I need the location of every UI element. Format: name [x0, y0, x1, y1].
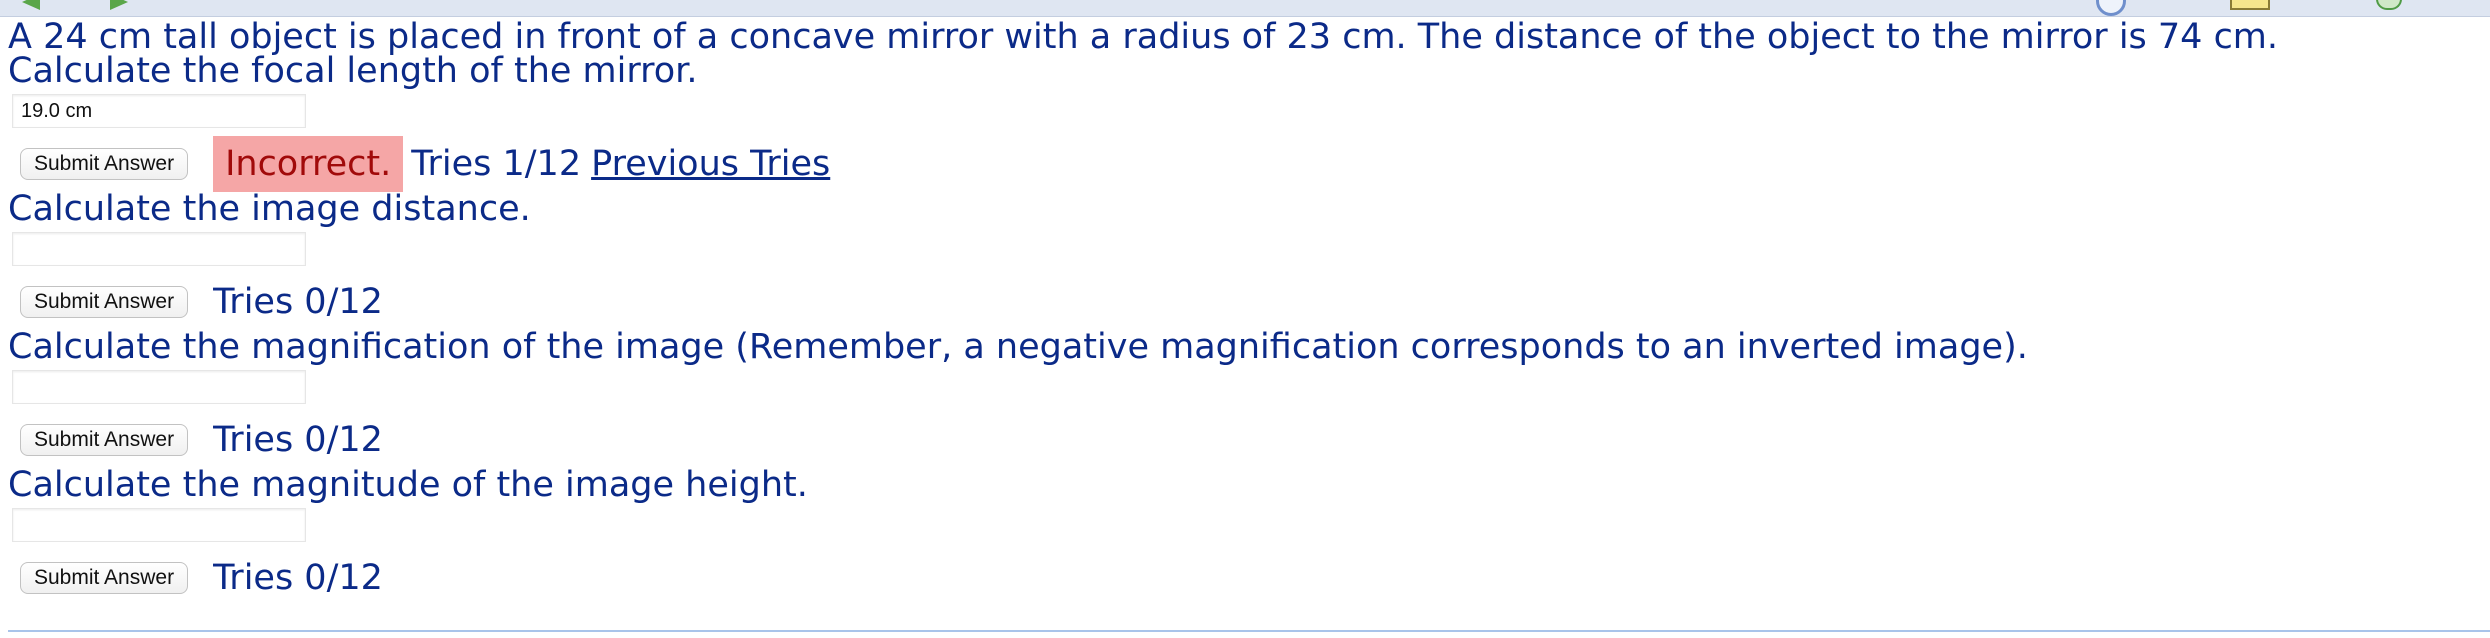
help-icon[interactable] [2096, 0, 2126, 16]
submit-answer-button[interactable]: Submit Answer [20, 286, 189, 318]
answer-input[interactable] [12, 508, 306, 542]
problem-intro: A 24 cm tall object is placed in front o… [8, 17, 2279, 57]
question-prompt: Calculate the focal length of the mirror… [8, 51, 698, 91]
answer-row: Submit Answer Tries 0/12 [8, 274, 2478, 330]
submit-answer-button[interactable]: Submit Answer [20, 424, 189, 456]
back-arrow-icon[interactable] [22, 0, 40, 10]
question-magnification: Calculate the magnification of the image… [8, 330, 2478, 468]
answer-input[interactable] [12, 94, 306, 128]
answer-row: Submit Answer Tries 0/12 [8, 550, 2478, 606]
note-icon[interactable] [2230, 0, 2270, 10]
tries-counter: Tries 0/12 [213, 282, 383, 322]
question-prompt: Calculate the magnitude of the image hei… [8, 465, 808, 505]
tries-counter: Tries 1/12 [411, 144, 582, 184]
question-image-height: Calculate the magnitude of the image hei… [8, 468, 2478, 606]
answer-row: Submit Answer Tries 0/12 [8, 412, 2478, 468]
answer-input[interactable] [12, 232, 306, 266]
content-divider [8, 630, 2490, 632]
submit-answer-button[interactable]: Submit Answer [20, 562, 189, 594]
question-focal-length: Calculate the focal length of the mirror… [8, 54, 2478, 192]
status-badge: Incorrect. [213, 136, 404, 192]
forward-arrow-icon[interactable] [110, 0, 128, 10]
question-image-distance: Calculate the image distance. Submit Ans… [8, 192, 2478, 330]
previous-tries-link[interactable]: Previous Tries [591, 144, 830, 184]
problem-content: A 24 cm tall object is placed in front o… [8, 20, 2478, 606]
tries-counter: Tries 0/12 [213, 558, 383, 598]
browser-toolbar [0, 0, 2490, 17]
problem-page: A 24 cm tall object is placed in front o… [0, 0, 2490, 638]
answer-input[interactable] [12, 370, 306, 404]
question-prompt: Calculate the image distance. [8, 189, 531, 229]
refresh-icon[interactable] [2376, 0, 2402, 10]
answer-row: Submit Answer Incorrect. Tries 1/12 Prev… [8, 136, 2478, 192]
question-prompt: Calculate the magnification of the image… [8, 327, 2028, 367]
submit-answer-button[interactable]: Submit Answer [20, 148, 189, 180]
tries-counter: Tries 0/12 [213, 420, 383, 460]
